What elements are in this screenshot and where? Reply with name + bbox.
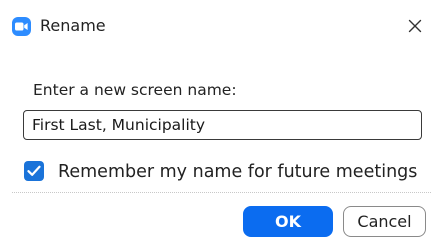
ok-button[interactable]: OK	[243, 206, 333, 237]
close-icon	[408, 19, 422, 33]
screen-name-label: Enter a new screen name:	[33, 81, 237, 99]
dialog-title: Rename	[40, 16, 106, 35]
title-bar: Rename	[0, 0, 431, 56]
cancel-button[interactable]: Cancel	[343, 206, 426, 237]
remember-name-checkbox[interactable]	[24, 161, 44, 181]
video-camera-icon	[12, 17, 31, 36]
rename-dialog: Rename Enter a new screen name: Remember…	[0, 0, 431, 244]
divider	[12, 192, 431, 193]
screen-name-input[interactable]	[23, 110, 422, 140]
remember-name-label: Remember my name for future meetings	[58, 162, 418, 182]
checkmark-icon	[27, 165, 41, 176]
close-button[interactable]	[403, 14, 427, 38]
